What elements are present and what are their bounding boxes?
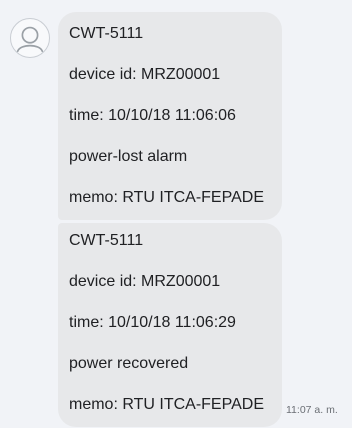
sender-avatar[interactable]: [10, 18, 50, 58]
message-line: time: 10/10/18 11:06:29: [69, 314, 236, 331]
person-icon: [16, 26, 44, 53]
message-line: CWT-5111: [69, 25, 144, 42]
message-bubble-2[interactable]: CWT-5111 device id: MRZ00001 time: 10/10…: [58, 223, 282, 427]
message-bubble-1[interactable]: CWT-5111 device id: MRZ00001 time: 10/10…: [58, 12, 282, 220]
message-line: CWT-5111: [69, 232, 144, 249]
message-line: device id: MRZ00001: [69, 273, 221, 290]
message-timestamp: 11:07 a. m.: [286, 404, 338, 416]
message-line: memo: RTU ITCA-FEPADE: [69, 396, 264, 413]
message-line: power-lost alarm: [69, 148, 188, 165]
message-line: time: 10/10/18 11:06:06: [69, 107, 236, 124]
message-thread: CWT-5111 device id: MRZ00001 time: 10/10…: [0, 0, 352, 428]
message-line: power recovered: [69, 355, 189, 372]
message-line: device id: MRZ00001: [69, 66, 221, 83]
message-line: memo: RTU ITCA-FEPADE: [69, 189, 264, 206]
